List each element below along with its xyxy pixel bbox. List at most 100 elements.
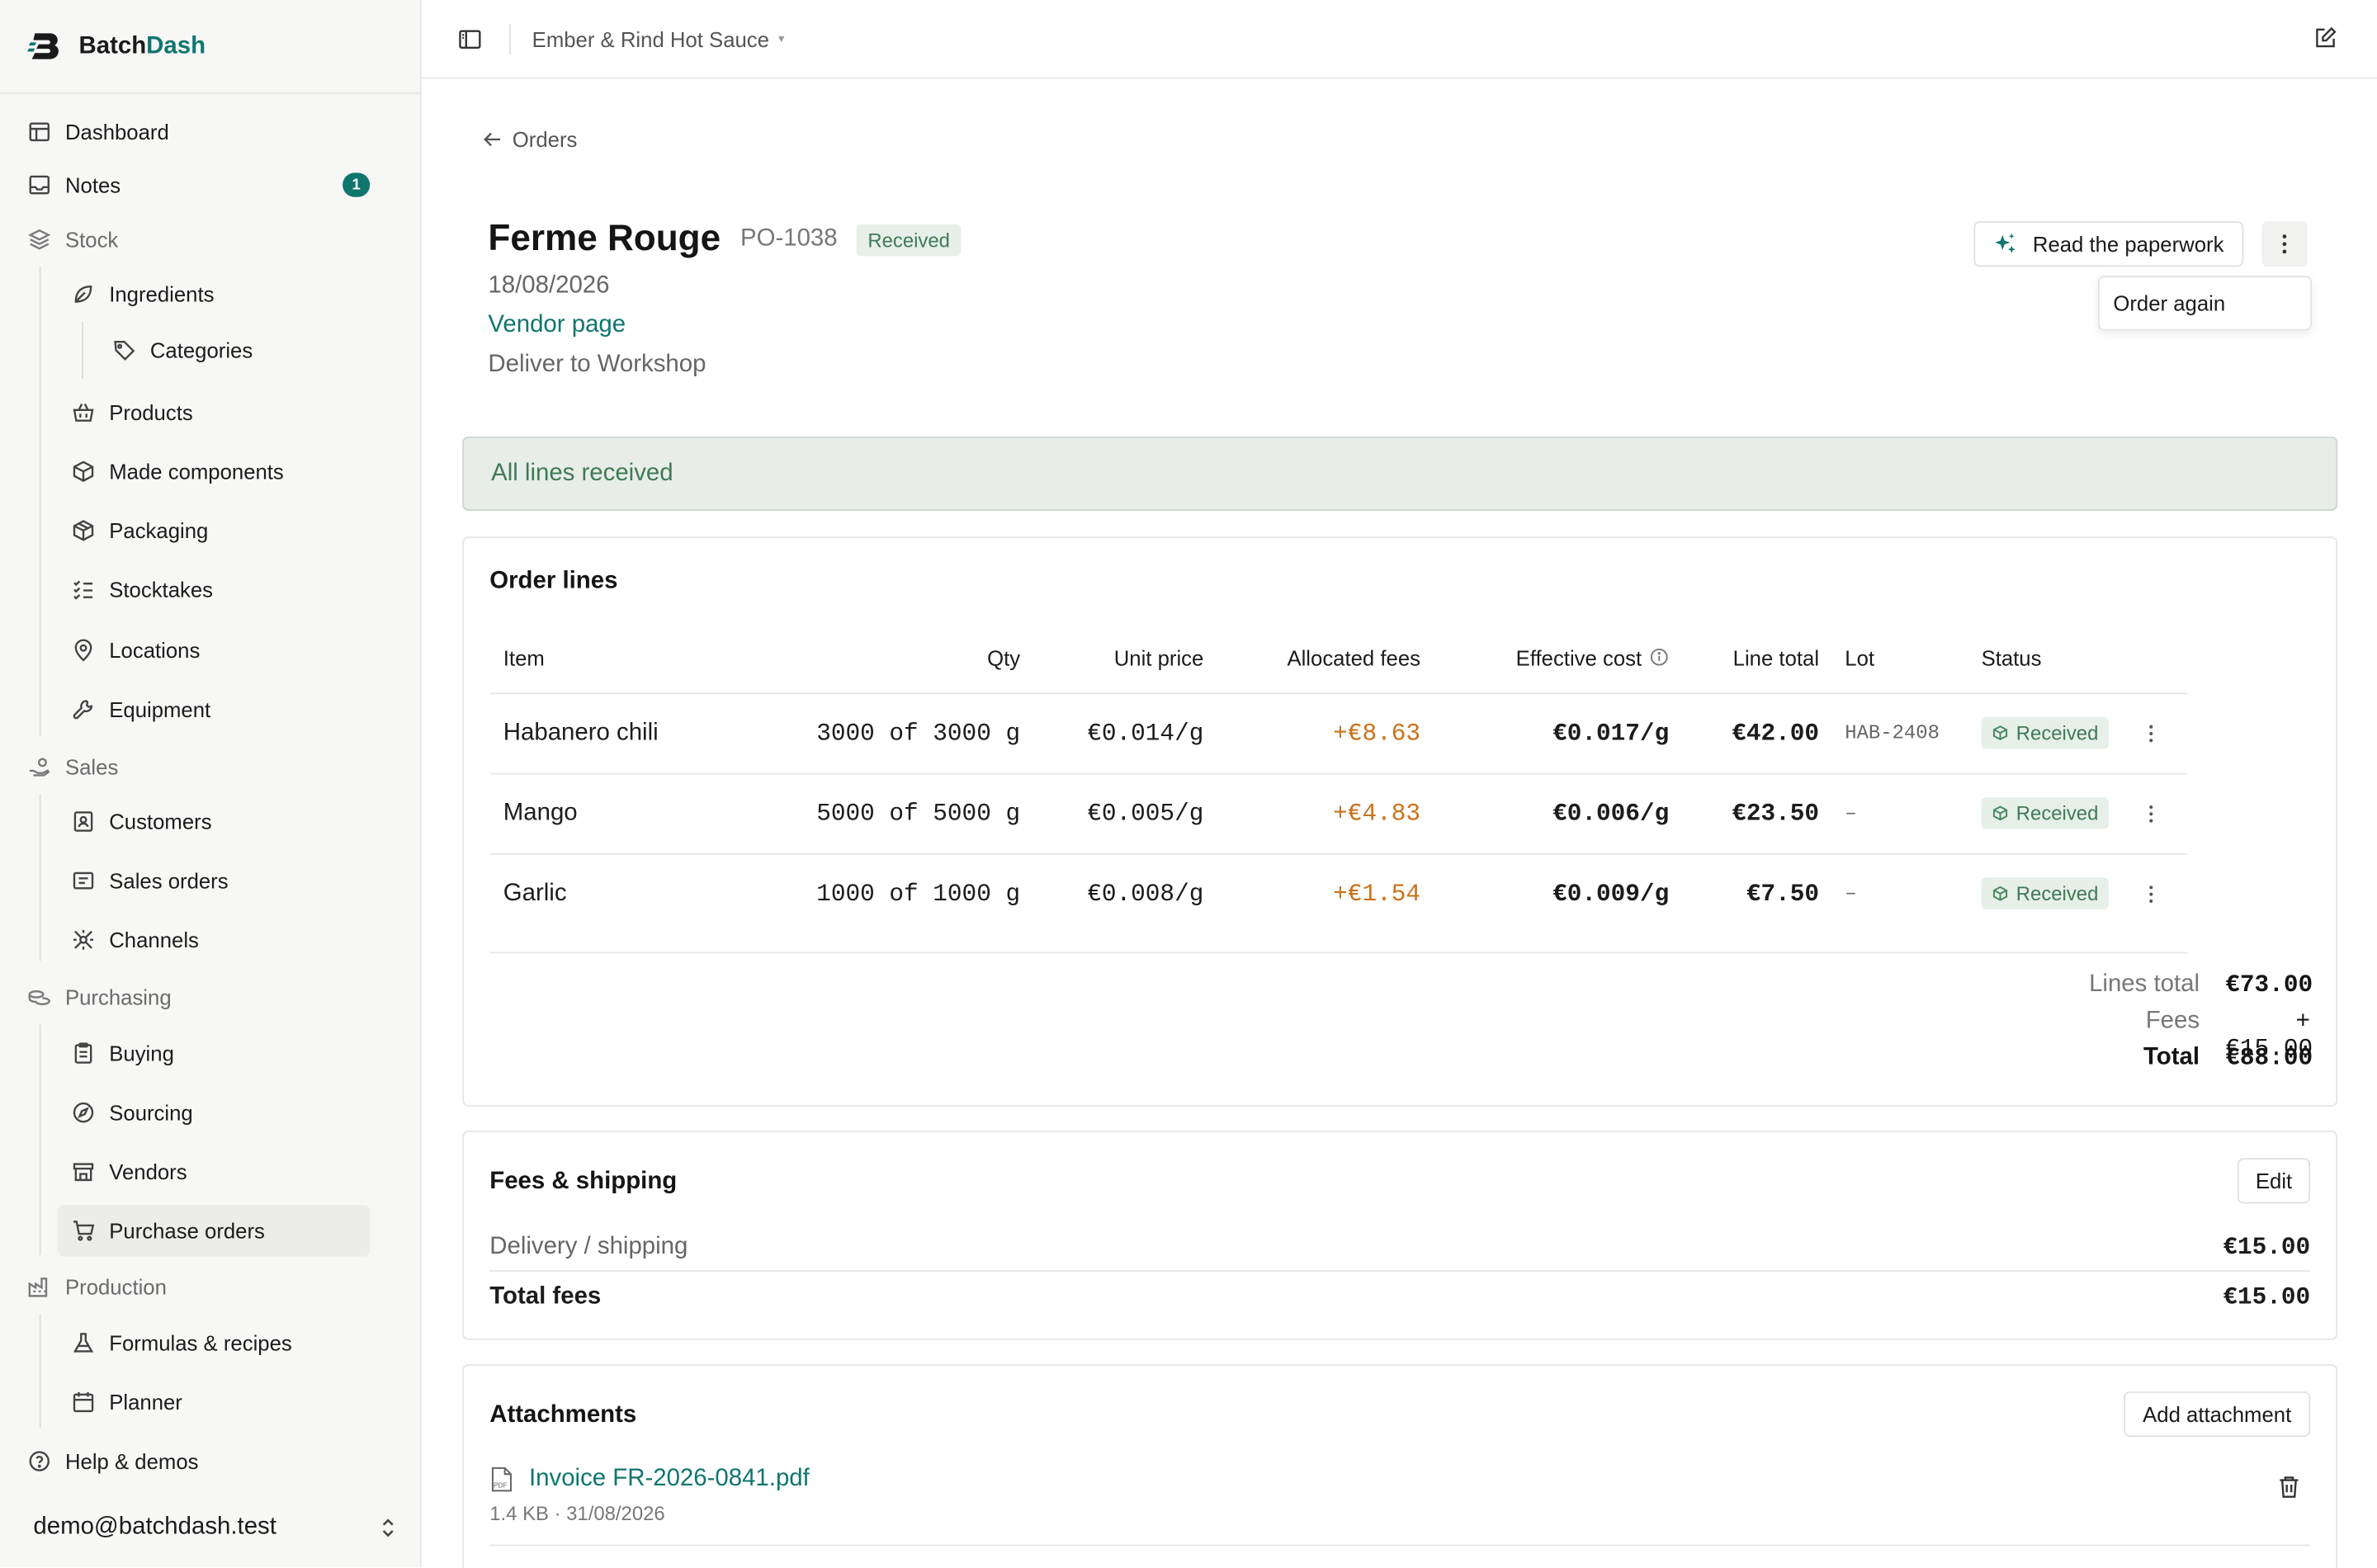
nav-tree-line [82,321,84,380]
brand-name-part1: Batch [78,32,147,59]
table-row[interactable]: Mango 5000 of 5000 g €0.005/g +€4.83 €0.… [489,772,2188,854]
sidebar-item-packaging[interactable]: Packaging [58,505,370,556]
trash-icon[interactable] [2279,1475,2300,1499]
cell-effective-cost: €0.017/g [1420,692,1670,774]
attachments-card: Attachments Add attachment PDF Invoice F… [462,1364,2338,1568]
sidebar-item-stocktakes[interactable]: Stocktakes [58,564,370,615]
brand-name-part2: Dash [146,32,206,59]
attachment-link[interactable]: PDF Invoice FR-2026-0841.pdf [489,1466,810,1493]
sidebar-item-ingredients[interactable]: Ingredients [58,268,370,319]
notes-count-badge: 1 [343,172,371,197]
sidebar-item-sourcing[interactable]: Sourcing [58,1087,370,1138]
sidebar-item-label: Buying [109,1041,174,1066]
status-badge: Received [857,223,961,256]
sidebar-item-vendors[interactable]: Vendors [58,1146,370,1197]
table-row[interactable]: Habanero chili 3000 of 3000 g €0.014/g +… [489,692,2188,774]
sidebar-group-stock[interactable]: Stock [27,221,118,257]
read-paperwork-button[interactable]: Read the paperwork [1973,221,2244,267]
sidebar: Batch Dash Dashboard Notes 1 Stock Ingred… [0,0,422,1568]
batchdash-logo-icon [27,28,64,64]
row-menu-icon[interactable] [2148,885,2188,903]
sparkles-icon [1993,232,2017,256]
user-menu[interactable]: demo@batchdash.test [33,1509,397,1548]
back-link[interactable]: Orders [482,127,578,152]
more-vertical-icon [2281,234,2287,255]
file-pdf-icon: PDF [489,1466,513,1493]
order-date: 18/08/2026 [488,272,610,299]
sidebar-item-dashboard[interactable]: Dashboard [27,111,397,153]
cell-unit-price: €0.008/g [1020,853,1204,953]
sidebar-group-sales[interactable]: Sales [27,749,118,785]
package-check-icon [1992,725,2008,741]
sidebar-item-buying[interactable]: Buying [58,1027,370,1079]
sidebar-item-locations[interactable]: Locations [58,625,370,676]
order-totals: Lines total €73.00 Fees +€15.00 Total €8… [2089,971,2313,1080]
lines-total-value: €73.00 [2225,971,2313,999]
row-status-label: Received [2015,881,2099,905]
fee-row-total: Total fees €15.00 [489,1275,2310,1320]
page-title: Ferme Rouge [488,218,721,260]
cell-qty: 3000 of 3000 g [777,692,1021,774]
sidebar-toggle-icon[interactable] [458,26,482,50]
sidebar-item-notes[interactable]: Notes 1 [27,163,397,205]
sidebar-item-purchase-orders[interactable]: Purchase orders [57,1205,371,1257]
wrench-icon [71,697,95,721]
package-check-icon [1992,805,2008,821]
attachment-item: PDF Invoice FR-2026-0841.pdf 1.4 KB · 31… [489,1466,810,1525]
new-note-icon[interactable] [2313,26,2337,50]
workspace-switcher[interactable]: Ember & Rind Hot Sauce ▾ [532,26,785,50]
sidebar-item-customers[interactable]: Customers [58,796,370,847]
sidebar-item-label: Planner [109,1390,182,1415]
calendar-icon [71,1390,95,1414]
hand-coins-icon [27,755,51,779]
po-number: PO-1038 [740,225,838,252]
cell-qty: 1000 of 1000 g [777,853,1021,953]
cell-lot: HAB-2408 [1819,692,1982,774]
lines-total-row: Lines total €73.00 [2089,971,2313,1008]
cell-line-total: €7.50 [1669,853,1820,953]
total-fees-label: Total fees [489,1283,602,1310]
row-menu-icon[interactable] [2148,804,2188,822]
sidebar-item-label: Customers [109,809,212,834]
add-attachment-button[interactable]: Add attachment [2124,1391,2311,1438]
sidebar-item-equipment[interactable]: Equipment [58,683,370,734]
sidebar-item-sales-orders[interactable]: Sales orders [58,855,370,906]
column-header-actions [2148,622,2188,694]
sidebar-item-help[interactable]: Help & demos [27,1440,397,1482]
menu-item-order-again[interactable]: Order again [2113,291,2225,315]
sidebar-group-production[interactable]: Production [27,1268,167,1305]
lines-total-label: Lines total [2089,971,2200,998]
more-actions-button[interactable] [2261,221,2308,267]
sidebar-item-categories[interactable]: Categories [112,328,253,373]
table-row[interactable]: Garlic 1000 of 1000 g €0.008/g +€1.54 €0… [489,853,2188,953]
cell-unit-price: €0.014/g [1020,692,1204,774]
sidebar-item-channels[interactable]: Channels [58,914,370,966]
tag-icon [112,338,136,362]
sidebar-group-label: Purchasing [64,985,172,1010]
page-header: Ferme Rouge PO-1038 Received [488,218,961,260]
compass-icon [71,1100,95,1124]
sidebar-group-purchasing[interactable]: Purchasing [27,980,172,1016]
coins-icon [27,985,51,1009]
box-icon [71,460,95,484]
vendor-page-link[interactable]: Vendor page [488,312,626,339]
edit-fees-button[interactable]: Edit [2237,1158,2311,1204]
sidebar-item-planner[interactable]: Planner [58,1377,370,1428]
back-link-label: Orders [512,127,578,152]
info-icon[interactable] [1649,648,1669,668]
brand[interactable]: Batch Dash [0,0,420,94]
cell-actions [2148,692,2188,774]
nav-tree-line [39,1024,41,1255]
sidebar-item-made-components[interactable]: Made components [58,446,370,497]
leaf-icon [71,282,95,306]
main-content: Ember & Rind Hot Sauce ▾ Orders Ferme Ro… [421,0,2377,1568]
row-status-badge: Received [1981,716,2110,749]
sidebar-item-label: Categories [149,338,253,362]
attachment-meta: 1.4 KB · 31/08/2026 [489,1502,665,1525]
sidebar-group-label: Stock [64,227,119,252]
row-menu-icon[interactable] [2148,724,2188,742]
topbar: Ember & Rind Hot Sauce ▾ [421,0,2377,79]
fees-shipping-card: Fees & shipping Edit Delivery / shipping… [462,1131,2338,1340]
sidebar-item-products[interactable]: Products [58,386,370,437]
sidebar-item-formulas[interactable]: Formulas & recipes [58,1317,370,1368]
